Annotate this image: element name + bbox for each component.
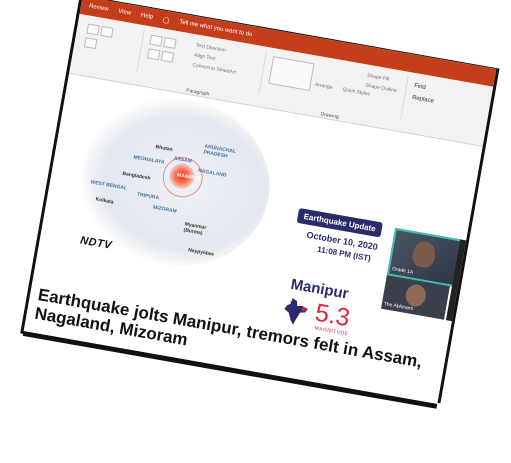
align-left-button[interactable]: [146, 48, 161, 61]
font-size-dropdown[interactable]: [86, 23, 100, 36]
tab-view[interactable]: View: [118, 9, 132, 17]
map-label-west-bengal: WEST BENGAL: [89, 179, 128, 192]
map-label-kolkata: Kolkata: [95, 196, 114, 206]
shape-fill-button[interactable]: Shape Fill: [367, 73, 390, 83]
map-label-mizoram: MIZORAM: [152, 204, 178, 215]
numbering-button[interactable]: [163, 37, 177, 49]
map-label-arunachal: ARUNACHAL PRADESH: [202, 143, 237, 160]
shapes-gallery[interactable]: [268, 56, 315, 91]
map-label-meghalaya: MEGHALAYA: [132, 154, 165, 166]
lightbulb-icon: ◯: [162, 16, 170, 24]
align-text-button[interactable]: Align Text: [194, 52, 216, 62]
font-grow-button[interactable]: [100, 25, 114, 38]
map-label-naypyidaw: Naypyidaw: [187, 247, 215, 258]
tab-help[interactable]: Help: [140, 13, 153, 21]
tab-review[interactable]: Review: [89, 3, 109, 12]
convert-smartart-button[interactable]: Convert to SmartArt: [192, 62, 237, 76]
arrange-button[interactable]: Arrange: [314, 82, 333, 91]
text-direction-button[interactable]: Text Direction: [195, 43, 226, 54]
editing-group: Find Replace: [404, 76, 481, 131]
india-map-icon: [284, 298, 308, 325]
screen-frame: Review View Help ◯ Tell me what you want…: [23, 0, 497, 404]
map-label-myanmar: Myanmar (Burma): [183, 221, 207, 236]
map-label-bangladesh: Bangladesh: [121, 170, 151, 182]
map-label-tripura: TRIPURA: [136, 191, 160, 202]
bullets-button[interactable]: [149, 34, 163, 47]
font-color-button[interactable]: [83, 37, 98, 50]
clipboard-group: [77, 18, 145, 73]
find-button[interactable]: Find: [414, 83, 427, 91]
map-graphic: Bhutan ARUNACHAL PRADESH MEGHALAYA ASSAM…: [66, 82, 283, 282]
headline: Earthquake jolts Manipur, tremors felt i…: [33, 285, 424, 372]
map-label-bhutan: Bhutan: [155, 144, 174, 154]
replace-button[interactable]: Replace: [412, 95, 435, 105]
align-center-button[interactable]: [160, 50, 175, 63]
